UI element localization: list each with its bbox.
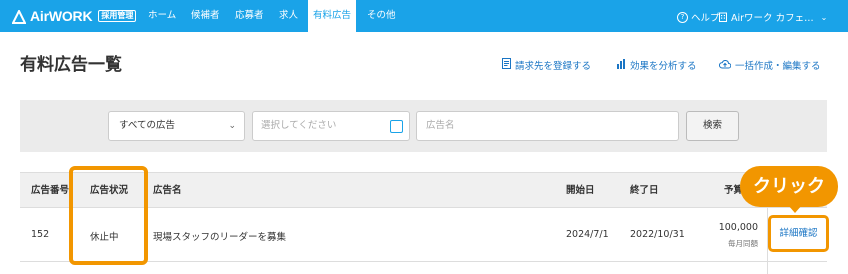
cell-budget: 100,000 bbox=[718, 222, 758, 233]
date-input[interactable]: 選択してください bbox=[252, 111, 410, 141]
document-icon bbox=[502, 58, 511, 72]
cell-budget-note: 毎月同額 bbox=[728, 239, 758, 248]
click-callout: クリック bbox=[740, 166, 838, 207]
chevron-down-icon: ⌄ bbox=[820, 12, 828, 22]
nav-jobs[interactable]: 求人 bbox=[279, 0, 298, 32]
header-start-date[interactable]: 開始日 bbox=[566, 173, 595, 208]
date-placeholder: 選択してください bbox=[261, 120, 337, 131]
header-ad-number[interactable]: 広告番号 bbox=[31, 173, 69, 208]
ad-name-input[interactable]: 広告名 bbox=[416, 111, 679, 141]
chevron-down-icon: ⌄ bbox=[228, 121, 236, 131]
nav-other[interactable]: その他 bbox=[367, 0, 396, 32]
cell-end-date: 2022/10/31 bbox=[630, 229, 685, 240]
help-icon: ? bbox=[677, 11, 688, 23]
ad-type-select[interactable]: すべての広告 ⌄ bbox=[108, 111, 245, 141]
calendar-icon[interactable] bbox=[390, 120, 403, 133]
callout-pointer bbox=[788, 205, 802, 213]
bulk-edit-label: 一括作成・編集する bbox=[735, 61, 821, 72]
logo-badge: 採用管理 bbox=[98, 10, 137, 22]
bar-chart-icon bbox=[616, 58, 626, 72]
page-title: 有料広告一覧 bbox=[20, 55, 122, 75]
filter-bar: すべての広告 ⌄ 選択してください 広告名 検索 bbox=[20, 100, 827, 152]
cell-start-date: 2024/7/1 bbox=[566, 229, 609, 240]
nav-applicants[interactable]: 応募者 bbox=[235, 0, 264, 32]
account-label: Airワーク カフェ… bbox=[731, 13, 814, 24]
logo-text: AirWORK bbox=[30, 8, 93, 24]
nav-candidates[interactable]: 候補者 bbox=[191, 0, 220, 32]
help-label: ヘルプ bbox=[691, 13, 720, 24]
building-icon bbox=[718, 12, 728, 22]
analyze-effect-label: 効果を分析する bbox=[630, 61, 697, 72]
logo-triangle-icon bbox=[11, 8, 27, 24]
nav-paid-ads[interactable]: 有料広告 bbox=[308, 0, 356, 32]
detail-check-link[interactable]: 詳細確認 bbox=[771, 218, 826, 249]
account-menu[interactable]: Airワーク カフェ… ⌄ bbox=[718, 10, 827, 24]
top-nav: AirWORK 採用管理 ホーム 候補者 応募者 求人 有料広告 その他 ? ヘ… bbox=[0, 0, 848, 32]
ad-name-placeholder: 広告名 bbox=[426, 120, 455, 131]
analyze-effect-link[interactable]: 効果を分析する bbox=[616, 58, 697, 72]
cloud-upload-icon bbox=[718, 59, 732, 72]
status-column-highlight bbox=[69, 166, 148, 265]
cell-ad-number: 152 bbox=[31, 229, 50, 240]
nav-home[interactable]: ホーム bbox=[148, 0, 176, 32]
bulk-edit-link[interactable]: 一括作成・編集する bbox=[718, 58, 821, 72]
register-billing-link[interactable]: 請求先を登録する bbox=[502, 58, 591, 72]
detail-highlight: 詳細確認 bbox=[768, 215, 829, 252]
ad-type-value: すべての広告 bbox=[119, 120, 175, 131]
header-ad-name: 広告名 bbox=[153, 185, 182, 196]
airwork-logo[interactable]: AirWORK 採用管理 bbox=[11, 8, 137, 24]
help-link[interactable]: ? ヘルプ bbox=[677, 10, 720, 24]
header-end-date[interactable]: 終了日 bbox=[630, 173, 659, 208]
register-billing-label: 請求先を登録する bbox=[515, 61, 592, 72]
search-button[interactable]: 検索 bbox=[686, 111, 739, 141]
cell-ad-name[interactable]: 現場スタッフのリーダーを募集 bbox=[153, 229, 286, 243]
